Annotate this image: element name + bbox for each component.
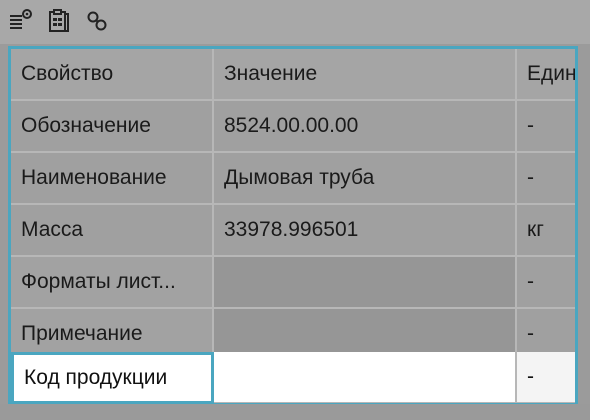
- value-cell[interactable]: [214, 257, 517, 309]
- property-cell: Масса: [11, 205, 214, 257]
- link-icon[interactable]: [82, 6, 112, 36]
- value-cell[interactable]: 33978.996501: [214, 205, 517, 257]
- value-cell[interactable]: 8524.00.00.00: [214, 101, 517, 153]
- unit-cell: -: [517, 352, 575, 403]
- properties-grid: Свойство Значение Едини Обозначение 8524…: [8, 46, 578, 406]
- column-header-unit[interactable]: Едини: [517, 49, 575, 101]
- property-cell: Наименование: [11, 153, 214, 205]
- unit-cell: -: [517, 153, 575, 205]
- column-header-property[interactable]: Свойство: [11, 49, 214, 101]
- table-row[interactable]: Масса 33978.996501 кг: [11, 205, 575, 257]
- table-row[interactable]: Форматы лист... -: [11, 257, 575, 309]
- table-row[interactable]: Обозначение 8524.00.00.00 -: [11, 101, 575, 153]
- toolbar: [0, 0, 590, 44]
- value-cell[interactable]: Дымовая труба: [214, 153, 517, 205]
- unit-cell: -: [517, 101, 575, 153]
- column-header-value[interactable]: Значение: [214, 49, 517, 101]
- list-settings-icon[interactable]: [6, 6, 36, 36]
- table-row[interactable]: Наименование Дымовая труба -: [11, 153, 575, 205]
- unit-cell: -: [517, 257, 575, 309]
- value-cell[interactable]: [214, 352, 517, 403]
- property-cell: Форматы лист...: [11, 257, 214, 309]
- status-strip: [0, 404, 590, 420]
- property-cell-selected[interactable]: Код продукции: [11, 352, 214, 403]
- unit-cell: кг: [517, 205, 575, 257]
- document-table-icon[interactable]: [44, 6, 74, 36]
- table-row-selected[interactable]: Код продукции -: [11, 352, 575, 403]
- property-cell: Обозначение: [11, 101, 214, 153]
- table-header-row: Свойство Значение Едини: [11, 49, 575, 101]
